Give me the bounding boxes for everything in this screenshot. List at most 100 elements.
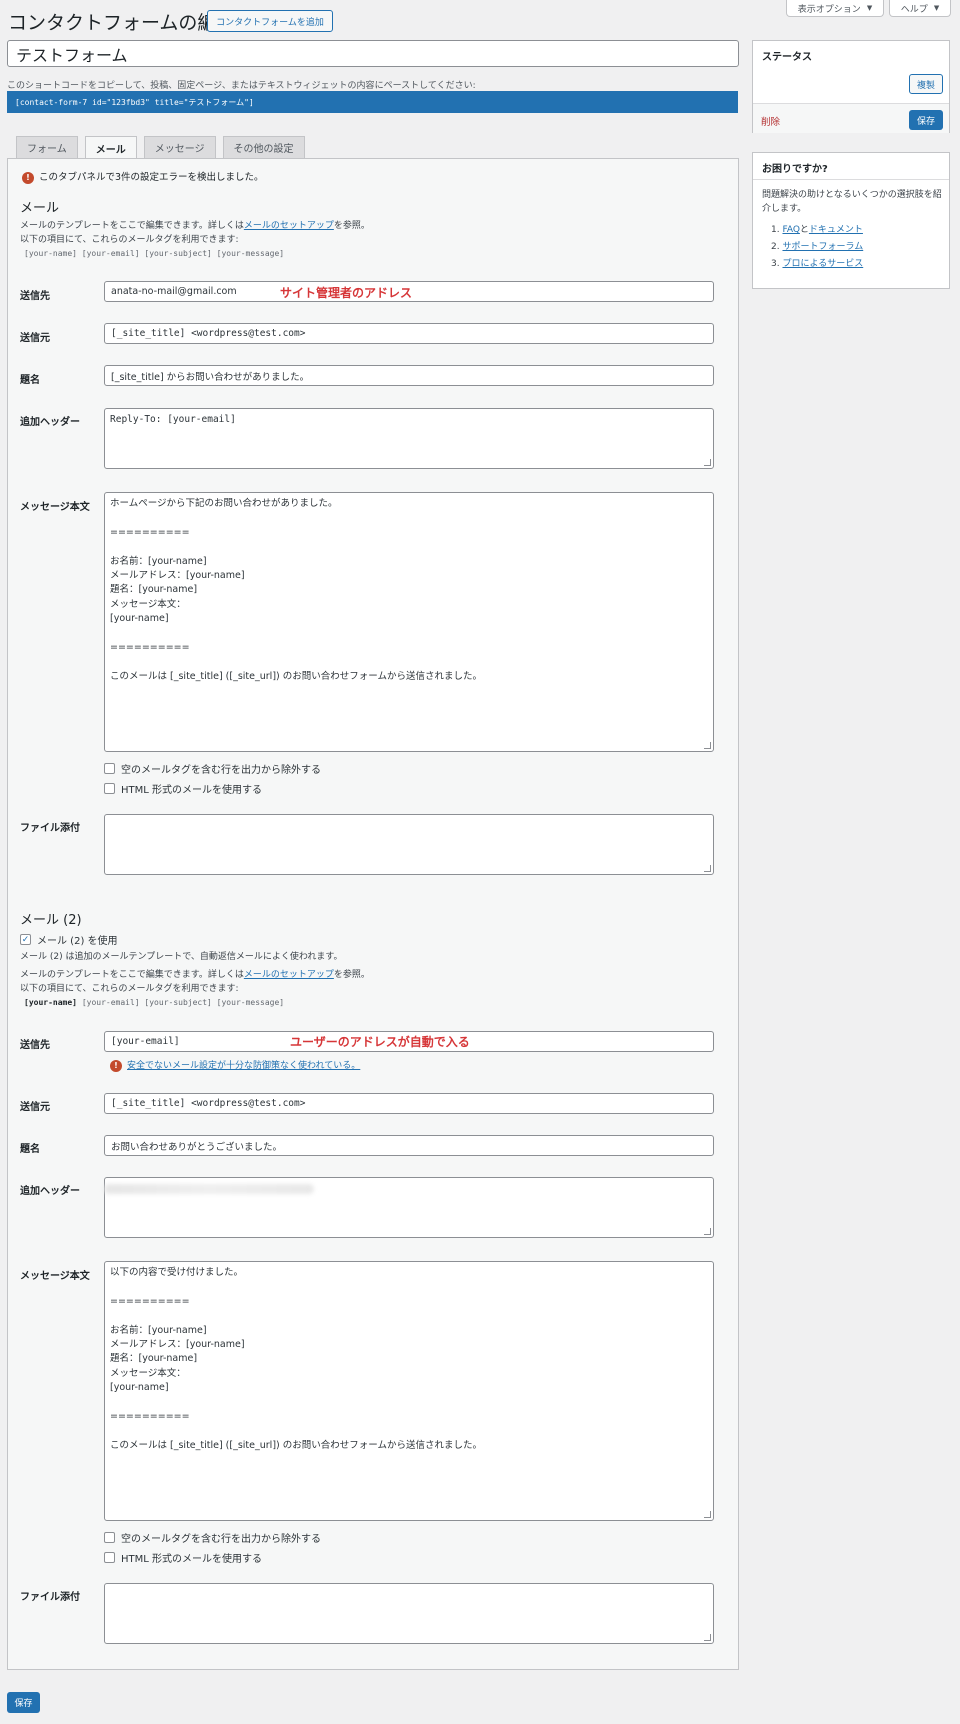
checkbox-label: 空のメールタグを含む行を出力から除外する: [121, 765, 321, 776]
checkbox-box[interactable]: [104, 783, 115, 794]
help-item-number: 2.: [771, 242, 780, 252]
mail-to-annotation: サイト管理者のアドレス: [280, 286, 413, 300]
add-new-form-button[interactable]: コンタクトフォームを追加: [207, 10, 333, 32]
mail-headers-label: 追加ヘッダー: [20, 417, 80, 428]
mail2-tag-used: [your-name]: [24, 998, 77, 1007]
mail2-subject-label: 題名: [20, 1144, 40, 1155]
mail2-to-label: 送信先: [20, 1040, 50, 1051]
mail-tags-intro: 以下の項目にて、これらのメールタグを利用できます:: [20, 235, 239, 245]
mail2-description: メール (2) は追加のメールテンプレートで、自動返信メールによく使われます。: [20, 952, 343, 962]
help-box: お困りですか? 問題解決の助けとなるいくつかの選択肢を紹介します。 1. FAQ…: [752, 152, 950, 289]
help-item-forum: 2. サポートフォーラム: [771, 240, 863, 254]
checkbox-box[interactable]: [104, 1532, 115, 1543]
form-title-input[interactable]: テストフォーム: [7, 40, 739, 67]
tab-mail[interactable]: メール: [84, 136, 137, 159]
mail2-exclude-blank-checkbox[interactable]: 空のメールタグを含む行を出力から除外する: [104, 1530, 321, 1545]
mail-use-html-checkbox[interactable]: HTML 形式のメールを使用する: [104, 781, 262, 796]
screen-options-label: 表示オプション: [797, 4, 861, 15]
mail2-to-warning-link[interactable]: 安全でないメール設定が十分な防御策なく使われている。: [127, 1061, 360, 1071]
mail2-body-textarea[interactable]: 以下の内容で受け付けました。 ========== お名前：[your-name…: [104, 1261, 714, 1521]
mail2-from-label: 送信元: [20, 1102, 50, 1113]
help-title: お困りですか?: [762, 164, 828, 175]
mail2-setup-link[interactable]: メールのセットアップ: [244, 970, 334, 980]
mail-to-value: anata-no-mail@gmail.com: [111, 286, 237, 297]
blurred-content: [104, 1184, 314, 1194]
error-notice: ! このタブパネルで3件の設定エラーを検出しました。: [22, 169, 264, 184]
mail-heading: メール: [20, 201, 60, 216]
sidebar-save-button[interactable]: 保存: [909, 110, 943, 130]
mail2-intro-prefix: メールのテンプレートをここで編集できます。詳しくは: [20, 970, 244, 980]
help-text: 問題解決の助けとなるいくつかの選択肢を紹介します。: [762, 190, 942, 214]
mail2-attachments-label: ファイル添付: [20, 1592, 80, 1603]
caret-down-icon: ▼: [933, 4, 940, 12]
shortcode-box[interactable]: [contact-form-7 id="123fbd3" title="テストフ…: [7, 91, 738, 113]
checkbox-box[interactable]: [104, 763, 115, 774]
help-item-connector: と: [799, 225, 809, 235]
tab-form[interactable]: フォーム: [16, 136, 78, 158]
mail2-intro: メールのテンプレートをここで編集できます。詳しくはメールのセットアップを参照。: [20, 968, 370, 982]
mail2-tags: [your-name] [your-email] [your-subject] …: [24, 998, 284, 1007]
mail-subject-input[interactable]: [_site_title] からお問い合わせがありました。: [104, 365, 714, 386]
tab-messages[interactable]: メッセージ: [143, 136, 216, 158]
checkbox-label: HTML 形式のメールを使用する: [121, 785, 263, 796]
status-box: ステータス 複製 削除 保存: [752, 40, 950, 133]
mail-attachments-label: ファイル添付: [20, 823, 80, 834]
mail2-headers-label: 追加ヘッダー: [20, 1186, 80, 1197]
mail2-subject-input[interactable]: お問い合わせありがとうございました。: [104, 1135, 714, 1156]
checkmark-icon[interactable]: ✓: [20, 934, 31, 945]
help-divider: [753, 179, 949, 180]
mail-intro-suffix: を参照。: [333, 221, 370, 231]
mail2-to-annotation: ユーザーのアドレスが自動で入る: [290, 1035, 470, 1049]
mail2-tags-intro: 以下の項目にて、これらのメールタグを利用できます:: [20, 984, 239, 994]
mail-attachments-textarea[interactable]: [104, 814, 714, 875]
checkbox-label: 空のメールタグを含む行を出力から除外する: [121, 1534, 321, 1545]
mail2-tags-rest: [your-email] [your-subject] [your-messag…: [81, 998, 285, 1007]
mail-headers-textarea[interactable]: Reply-To: [your-email]: [104, 408, 714, 469]
checkbox-box[interactable]: [104, 1552, 115, 1563]
screen-options-button[interactable]: 表示オプション ▼: [786, 0, 884, 17]
help-item-number: 3.: [771, 259, 780, 269]
shortcode-label: このショートコードをコピーして、投稿、固定ページ、またはテキストウィジェットの内…: [7, 81, 476, 91]
help-button[interactable]: ヘルプ ▼: [889, 0, 951, 17]
checkbox-label: HTML 形式のメールを使用する: [121, 1554, 263, 1565]
mail-intro: メールのテンプレートをここで編集できます。詳しくはメールのセットアップを参照。: [20, 219, 370, 233]
mail-from-input[interactable]: [_site_title] <wordpress@test.com>: [104, 323, 714, 344]
error-icon: !: [110, 1059, 122, 1072]
caret-down-icon: ▼: [866, 4, 873, 12]
mail-intro-prefix: メールのテンプレートをここで編集できます。詳しくは: [20, 221, 244, 231]
mail-tab-panel: ! このタブパネルで3件の設定エラーを検出しました。 メール メールのテンプレート…: [7, 158, 739, 1670]
delete-link[interactable]: 削除: [761, 114, 780, 128]
faq-link[interactable]: FAQ: [782, 225, 799, 235]
mail2-heading: メール (2): [20, 913, 82, 928]
help-item-pro: 3. プロによるサービス: [771, 257, 863, 271]
help-item-number: 1.: [771, 225, 780, 235]
error-notice-text: このタブパネルで3件の設定エラーを検出しました。: [39, 172, 264, 183]
error-icon: !: [22, 171, 34, 184]
mail2-use-checkbox[interactable]: ✓ メール (2) を使用: [20, 932, 118, 947]
save-button[interactable]: 保存: [7, 1692, 40, 1713]
mail2-body-label: メッセージ本文: [20, 1271, 90, 1282]
checkbox-label: メール (2) を使用: [37, 936, 118, 947]
mail2-attachments-textarea[interactable]: [104, 1583, 714, 1644]
mail-subject-label: 題名: [20, 375, 40, 386]
tab-additional-settings[interactable]: その他の設定: [222, 136, 305, 158]
mail-setup-link[interactable]: メールのセットアップ: [244, 221, 334, 231]
mail-body-textarea[interactable]: ホームページから下記のお問い合わせがありました。 ========== お名前：…: [104, 492, 714, 752]
help-label: ヘルプ: [900, 4, 928, 15]
mail2-to-warning: ! 安全でないメール設定が十分な防御策なく使われている。: [110, 1058, 360, 1072]
help-item-faq: 1. FAQとドキュメント: [771, 223, 863, 237]
mail-to-label: 送信先: [20, 291, 50, 302]
support-forum-link[interactable]: サポートフォーラム: [782, 242, 863, 252]
pro-services-link[interactable]: プロによるサービス: [782, 259, 863, 269]
mail-exclude-blank-checkbox[interactable]: 空のメールタグを含む行を出力から除外する: [104, 761, 321, 776]
editor-tabs: フォーム メール メッセージ その他の設定: [16, 136, 305, 159]
page-title: コンタクトフォームの編集: [8, 12, 236, 34]
mail2-use-html-checkbox[interactable]: HTML 形式のメールを使用する: [104, 1550, 262, 1565]
mail-from-label: 送信元: [20, 333, 50, 344]
status-title: ステータス: [762, 52, 812, 63]
docs-link[interactable]: ドキュメント: [809, 225, 863, 235]
mail2-from-input[interactable]: [_site_title] <wordpress@test.com>: [104, 1093, 714, 1114]
duplicate-button[interactable]: 複製: [909, 74, 943, 94]
mail-body-label: メッセージ本文: [20, 502, 90, 513]
mail-tags: [your-name] [your-email] [your-subject] …: [24, 249, 285, 258]
